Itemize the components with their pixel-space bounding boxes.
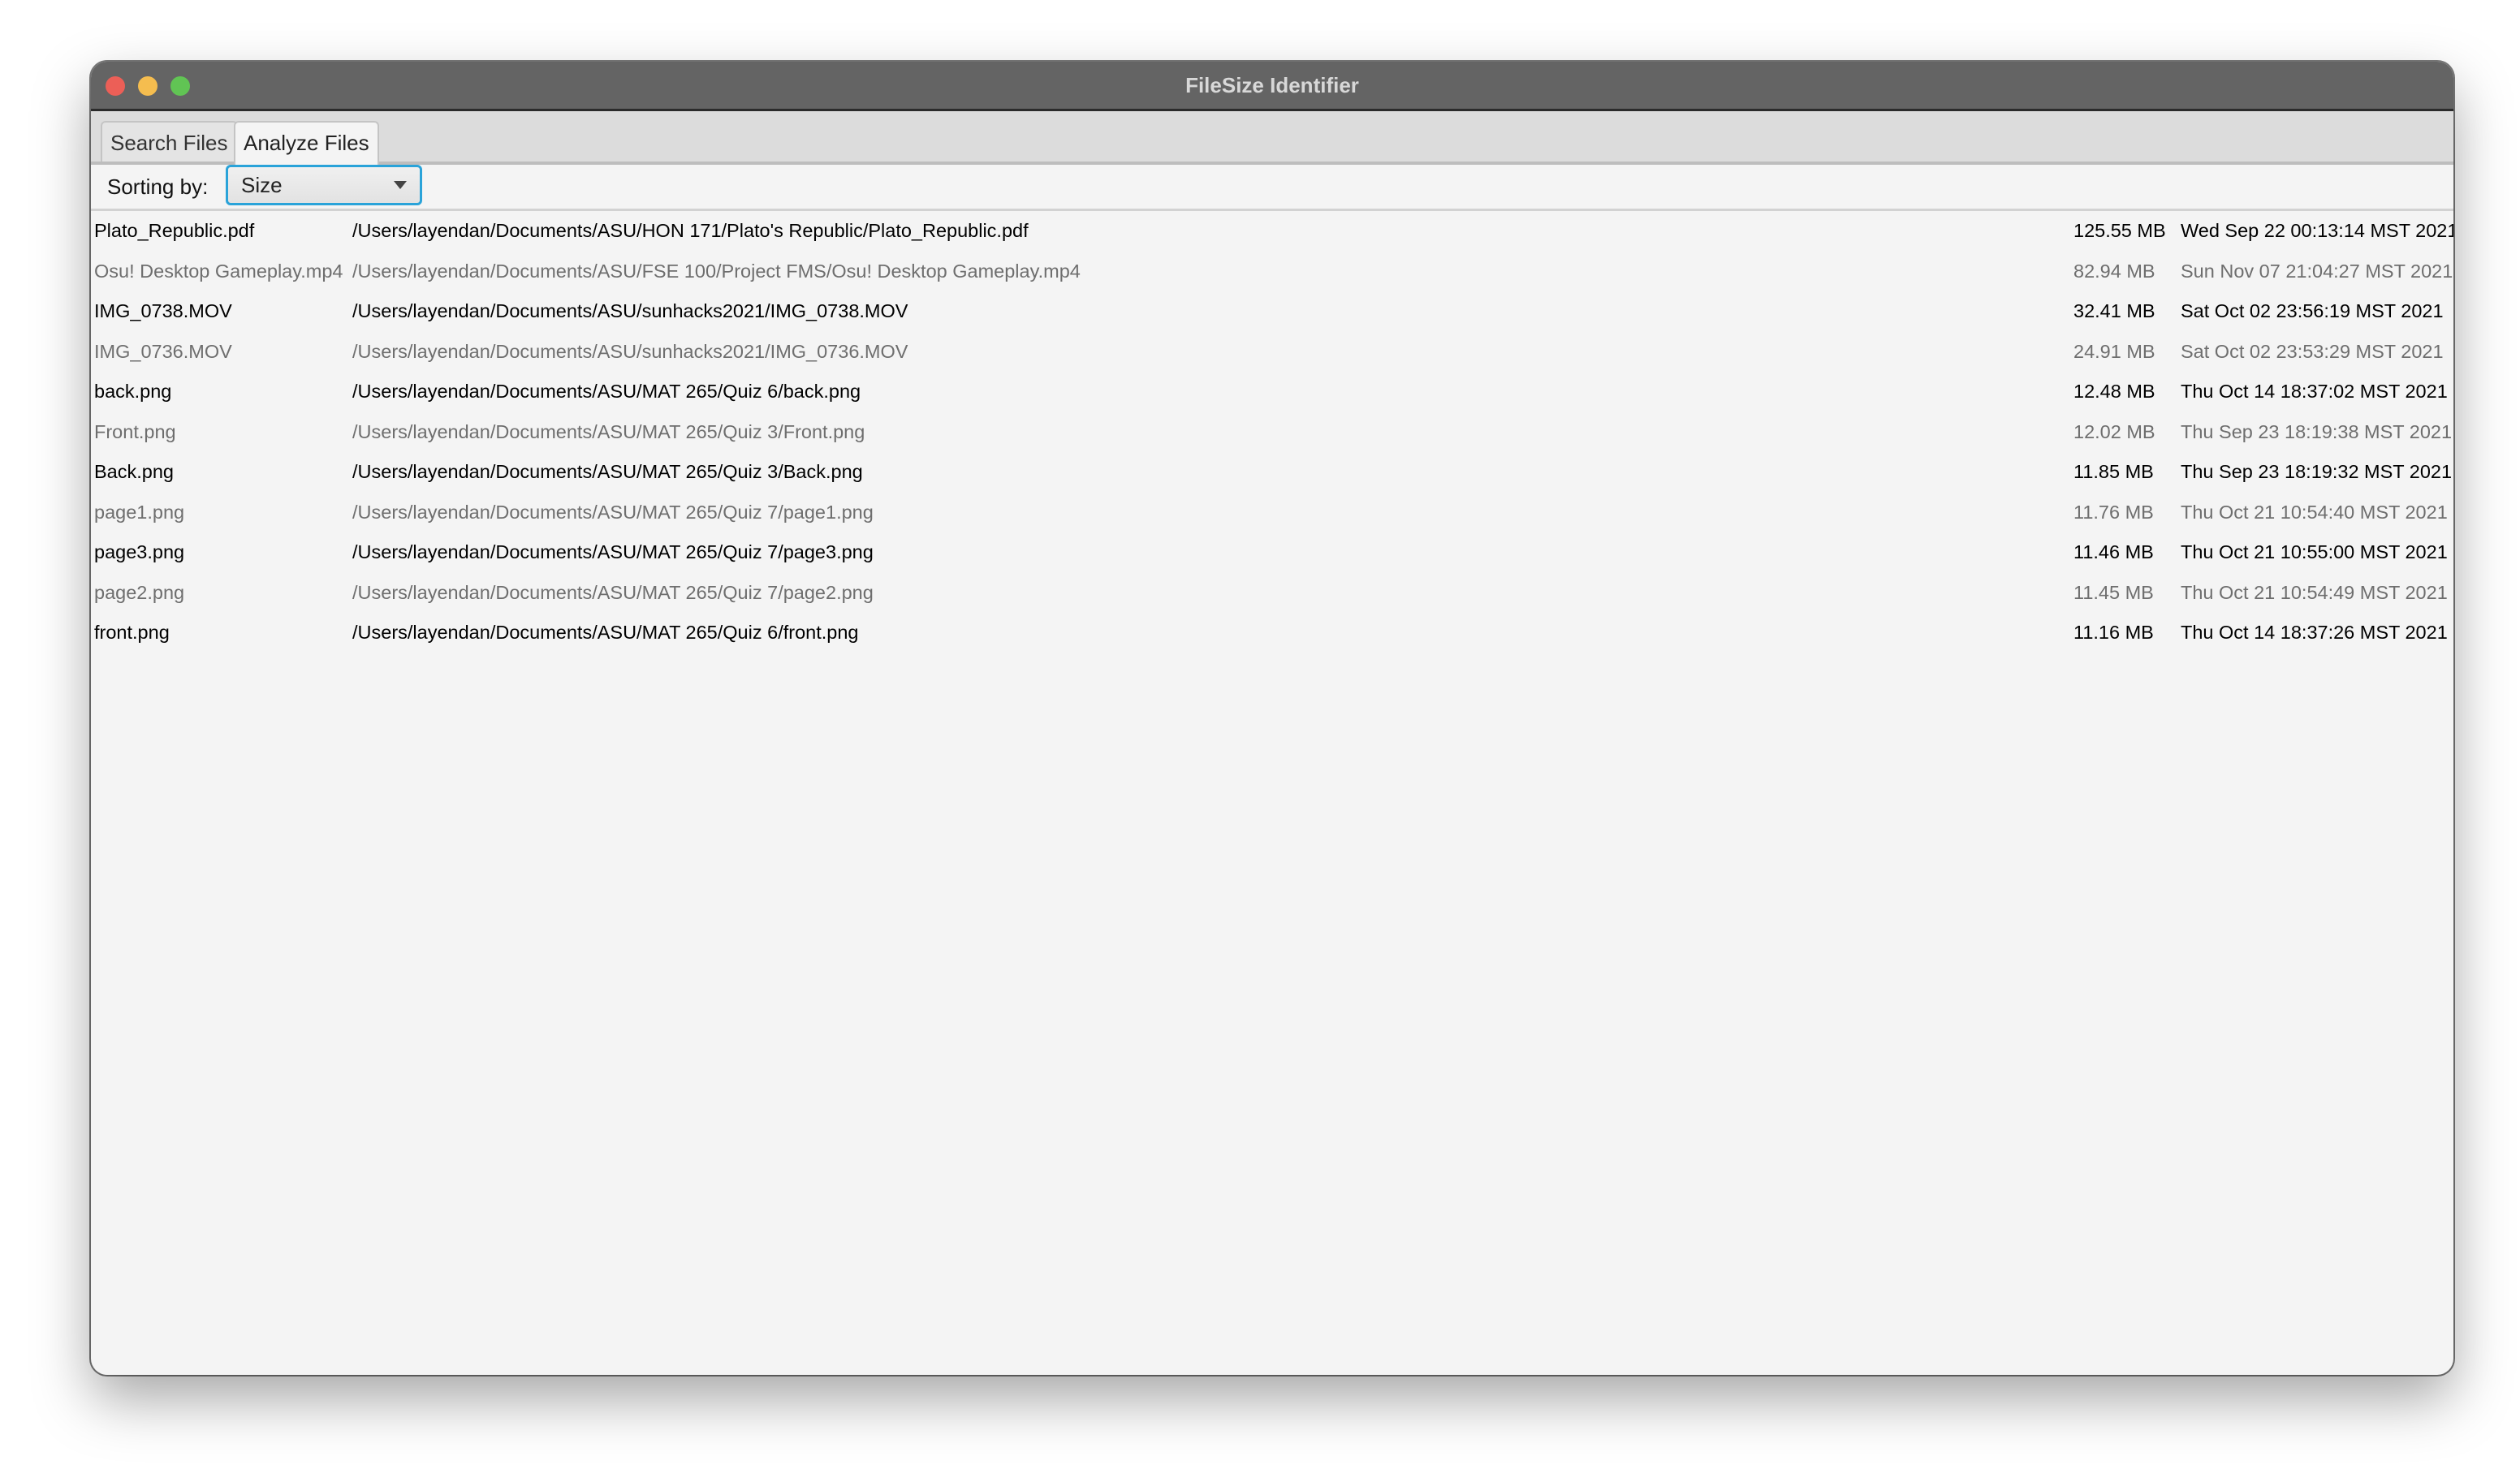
file-date: Thu Oct 21 10:54:49 MST 2021	[2181, 581, 2448, 603]
file-path: /Users/layendan/Documents/ASU/FSE 100/Pr…	[352, 260, 1081, 282]
file-size: 32.41 MB	[2073, 300, 2155, 321]
file-name: back.png	[94, 381, 172, 402]
file-name: Osu! Desktop Gameplay.mp4	[94, 260, 343, 282]
window-title: FileSize Identifier	[1185, 73, 1359, 97]
file-date: Sun Nov 07 21:04:27 MST 2021	[2181, 260, 2453, 282]
file-path: /Users/layendan/Documents/ASU/MAT 265/Qu…	[352, 581, 874, 603]
file-date: Thu Oct 14 18:37:02 MST 2021	[2181, 381, 2448, 402]
list-item[interactable]: back.png/Users/layendan/Documents/ASU/MA…	[91, 372, 2453, 412]
file-size: 11.45 MB	[2073, 581, 2154, 603]
list-item[interactable]: IMG_0738.MOV/Users/layendan/Documents/AS…	[91, 291, 2453, 332]
file-date: Sat Oct 02 23:56:19 MST 2021	[2181, 300, 2444, 321]
tab-bar: Search Files Analyze Files	[91, 111, 2453, 165]
file-size: 11.46 MB	[2073, 541, 2154, 562]
file-path: /Users/layendan/Documents/ASU/MAT 265/Qu…	[352, 501, 874, 523]
file-path: /Users/layendan/Documents/ASU/MAT 265/Qu…	[352, 420, 865, 442]
file-path: /Users/layendan/Documents/ASU/MAT 265/Qu…	[352, 622, 859, 643]
file-size: 12.02 MB	[2073, 420, 2155, 442]
file-path: /Users/layendan/Documents/ASU/MAT 265/Qu…	[352, 541, 874, 562]
file-size: 11.16 MB	[2073, 622, 2154, 643]
file-path: /Users/layendan/Documents/ASU/MAT 265/Qu…	[352, 461, 863, 482]
list-item[interactable]: front.png/Users/layendan/Documents/ASU/M…	[91, 613, 2453, 653]
list-item[interactable]: Osu! Desktop Gameplay.mp4/Users/layendan…	[91, 252, 2453, 292]
file-name: IMG_0736.MOV	[94, 340, 232, 362]
sort-bar: Sorting by: Size	[91, 165, 2453, 211]
file-size: 82.94 MB	[2073, 260, 2155, 282]
file-date: Sat Oct 02 23:53:29 MST 2021	[2181, 340, 2444, 362]
file-size: 12.48 MB	[2073, 381, 2155, 402]
file-path: /Users/layendan/Documents/ASU/sunhacks20…	[352, 300, 908, 321]
file-size: 24.91 MB	[2073, 340, 2155, 362]
file-list: Plato_Republic.pdf/Users/layendan/Docume…	[91, 211, 2453, 653]
sorting-label: Sorting by:	[107, 174, 209, 199]
list-item[interactable]: page2.png/Users/layendan/Documents/ASU/M…	[91, 573, 2453, 614]
file-name: page2.png	[94, 581, 185, 603]
file-name: page1.png	[94, 501, 185, 523]
file-name: Back.png	[94, 461, 174, 482]
file-date: Thu Oct 21 10:54:40 MST 2021	[2181, 501, 2448, 523]
file-size: 125.55 MB	[2073, 220, 2166, 241]
app-window: FileSize Identifier Search Files Analyze…	[91, 62, 2453, 1375]
title-bar: FileSize Identifier	[91, 62, 2453, 111]
tab-analyze-files[interactable]: Analyze Files	[234, 121, 379, 165]
file-path: /Users/layendan/Documents/ASU/MAT 265/Qu…	[352, 381, 861, 402]
chevron-down-icon	[394, 181, 407, 189]
file-date: Thu Oct 21 10:55:00 MST 2021	[2181, 541, 2448, 562]
list-item[interactable]: IMG_0736.MOV/Users/layendan/Documents/AS…	[91, 332, 2453, 373]
file-date: Thu Sep 23 18:19:38 MST 2021	[2181, 420, 2453, 442]
list-item[interactable]: Back.png/Users/layendan/Documents/ASU/MA…	[91, 452, 2453, 493]
file-name: Plato_Republic.pdf	[94, 220, 255, 241]
file-name: front.png	[94, 622, 170, 643]
file-name: page3.png	[94, 541, 185, 562]
sort-select[interactable]: Size	[226, 165, 422, 205]
file-path: /Users/layendan/Documents/ASU/sunhacks20…	[352, 340, 908, 362]
file-date: Thu Sep 23 18:19:32 MST 2021	[2181, 461, 2453, 482]
list-item[interactable]: Front.png/Users/layendan/Documents/ASU/M…	[91, 412, 2453, 453]
file-size: 11.85 MB	[2073, 461, 2154, 482]
tab-search-files[interactable]: Search Files	[101, 121, 238, 162]
file-name: Front.png	[94, 420, 176, 442]
list-item[interactable]: Plato_Republic.pdf/Users/layendan/Docume…	[91, 211, 2453, 252]
file-size: 11.76 MB	[2073, 501, 2154, 523]
sort-select-value: Size	[241, 173, 283, 197]
file-name: IMG_0738.MOV	[94, 300, 232, 321]
list-item[interactable]: page3.png/Users/layendan/Documents/ASU/M…	[91, 532, 2453, 573]
list-item[interactable]: page1.png/Users/layendan/Documents/ASU/M…	[91, 493, 2453, 533]
file-path: /Users/layendan/Documents/ASU/HON 171/Pl…	[352, 220, 1029, 241]
file-date: Wed Sep 22 00:13:14 MST 2021	[2181, 220, 2453, 241]
file-date: Thu Oct 14 18:37:26 MST 2021	[2181, 622, 2448, 643]
